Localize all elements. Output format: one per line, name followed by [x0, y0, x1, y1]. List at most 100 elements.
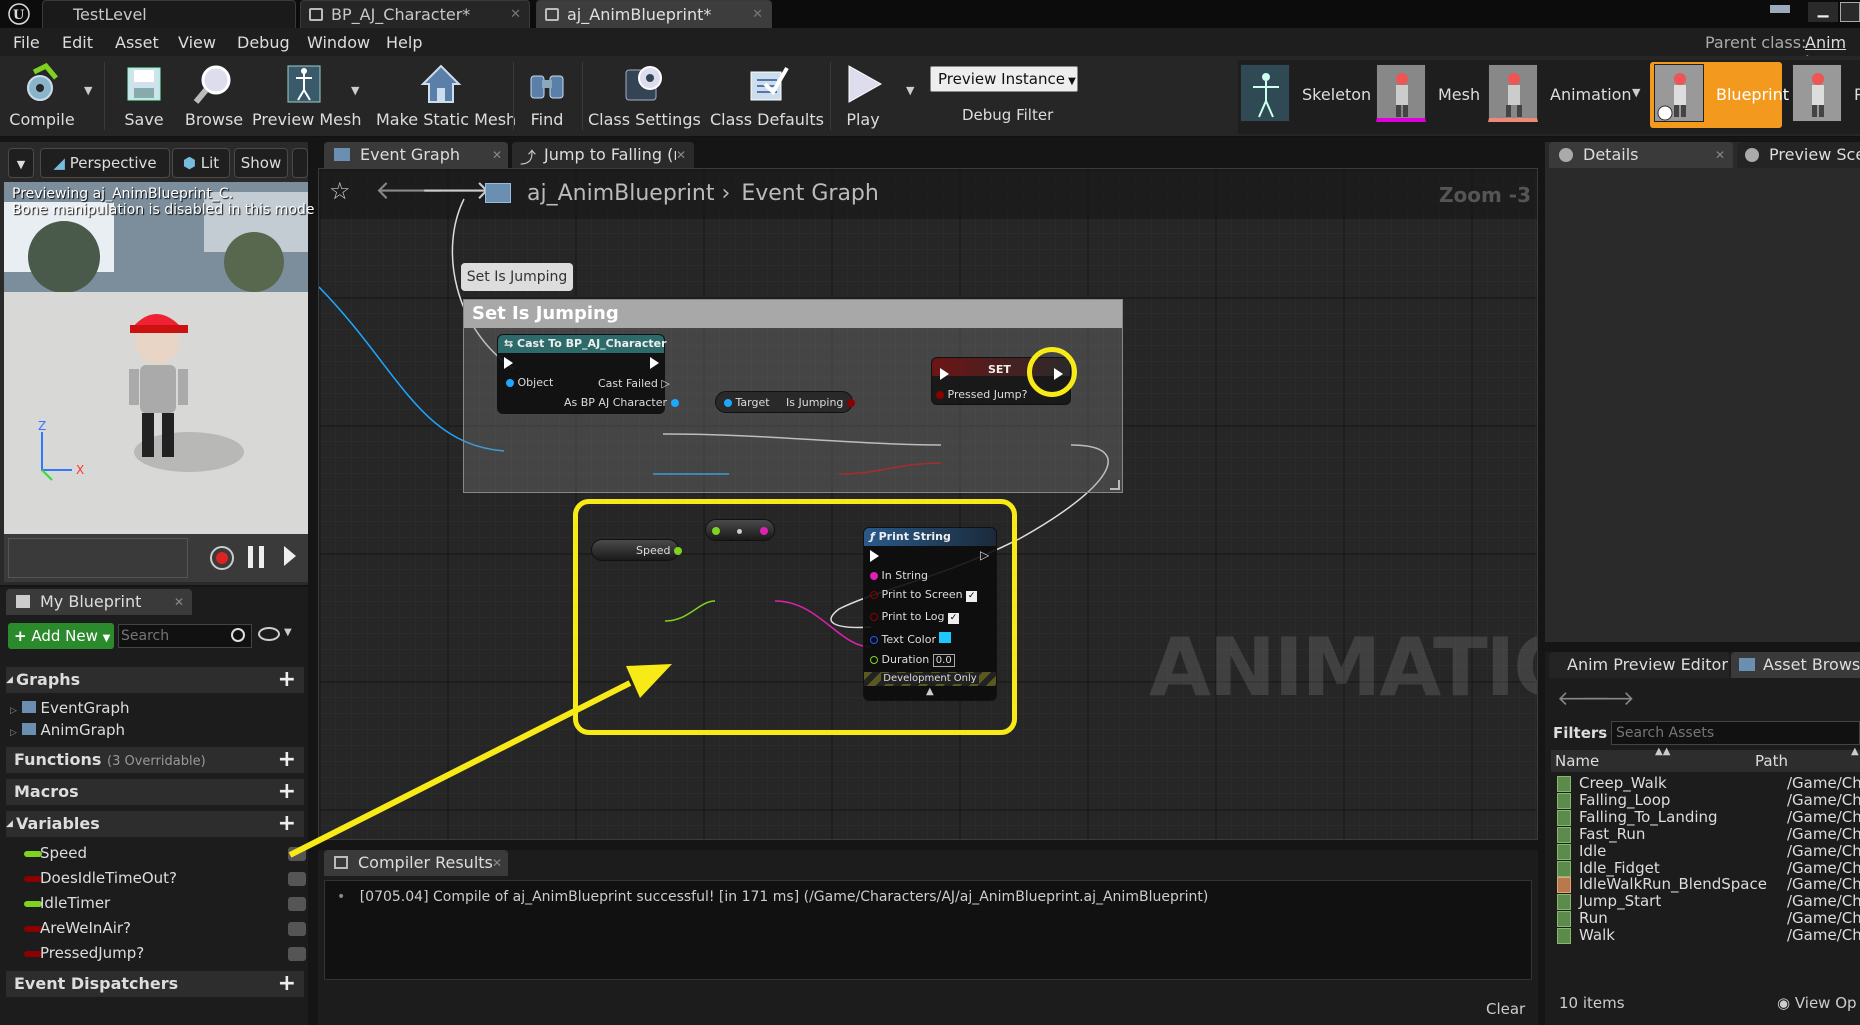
menu-debug[interactable]: Debug [237, 33, 290, 52]
variable-visibility-icon[interactable] [288, 922, 306, 936]
menu-view[interactable]: View [178, 33, 216, 52]
tab-aj-animblueprint[interactable]: aj_AnimBlueprint* ✕ [536, 0, 772, 28]
tab-event-graph[interactable]: Event Graph ✕ [324, 142, 508, 168]
close-icon[interactable]: ✕ [676, 142, 687, 168]
perspective-button[interactable]: ◢ Perspective [40, 148, 170, 178]
add-new-button[interactable]: + Add New ▼ [8, 623, 114, 649]
variable-visibility-icon[interactable] [288, 847, 306, 861]
sort-ascending-icon[interactable]: ▲ [1851, 746, 1859, 757]
tab-testlevel[interactable]: TestLevel [42, 0, 296, 28]
filters-button[interactable]: Filters ▼ [1553, 724, 1618, 742]
step-forward-button[interactable] [284, 546, 296, 566]
mode-animation[interactable]: Animation [1488, 62, 1638, 128]
cast-failed-pin[interactable]: Cast Failed ▷ [598, 377, 670, 390]
compiler-results-tab[interactable]: Compiler Results ✕ [324, 850, 508, 876]
graph-item-animgraph[interactable]: ▷ AnimGraph [10, 721, 125, 739]
clear-button[interactable]: Clear [1486, 1000, 1525, 1018]
playback-timeline[interactable] [8, 538, 188, 578]
close-icon[interactable]: ✕ [510, 1, 521, 28]
functions-section[interactable]: Functions (3 Overridable) + [6, 747, 304, 773]
close-icon[interactable]: ✕ [174, 589, 184, 615]
my-blueprint-search[interactable] [118, 624, 252, 648]
compiler-log-area[interactable]: • [0705.04] Compile of aj_AnimBlueprint … [324, 880, 1532, 980]
add-graph-plus-icon[interactable]: + [278, 667, 296, 693]
macros-section[interactable]: Macros + [6, 779, 304, 805]
preview-viewport[interactable]: ▼ ◢ Perspective ⬢ Lit Show Z X Previewin… [0, 142, 315, 585]
view-options-button[interactable]: ◉ View Op [1777, 994, 1857, 1012]
asset-search-input[interactable] [1611, 721, 1860, 745]
play-options-chevron-icon[interactable]: ▼ [906, 84, 914, 97]
visibility-chevron-icon[interactable]: ▼ [284, 627, 292, 638]
graphs-section[interactable]: ◢ Graphs + [6, 667, 304, 693]
my-blueprint-tab[interactable]: My Blueprint ✕ [6, 589, 192, 615]
variable-visibility-icon[interactable] [288, 897, 306, 911]
browse-button[interactable]: Browse [178, 56, 250, 134]
my-blueprint-search-input[interactable] [121, 627, 227, 645]
add-variable-plus-icon[interactable]: + [278, 811, 296, 837]
cast-node[interactable]: ⇆ Cast To BP_AJ_Character Object Cast Fa… [497, 334, 679, 414]
menu-help[interactable]: Help [386, 33, 422, 52]
sort-ascending-icon[interactable]: ▲▲ [1655, 746, 1670, 757]
exec-in-pin[interactable] [504, 357, 513, 369]
details-tab[interactable]: Details ✕ [1549, 142, 1733, 168]
graduation-cap-icon[interactable] [1770, 5, 1790, 21]
close-icon[interactable]: ✕ [492, 850, 502, 876]
variable-row[interactable]: PressedJump? [6, 943, 306, 965]
variable-visibility-icon[interactable] [288, 947, 306, 961]
class-settings-button[interactable]: Class Settings [588, 56, 701, 134]
preview-scene-tab[interactable]: Preview Scene [1737, 142, 1860, 168]
save-button[interactable]: Save [112, 56, 176, 134]
minimize-button[interactable]: ▁ [1808, 2, 1838, 22]
event-dispatchers-section[interactable]: Event Dispatchers + [6, 971, 304, 997]
preview-mesh-button[interactable]: Preview Mesh [252, 56, 362, 134]
compile-options-chevron-icon[interactable]: ▼ [84, 84, 92, 97]
pause-button[interactable] [248, 546, 264, 568]
anim-preview-editor-tab[interactable]: Anim Preview Editor [1549, 652, 1729, 678]
asset-row[interactable]: Walk/Game/Ch [1551, 926, 1860, 946]
variable-row[interactable]: IdleTimer [6, 893, 306, 915]
variable-visibility-icon[interactable] [288, 872, 306, 886]
variable-row[interactable]: AreWeInAir? [6, 918, 306, 940]
close-icon[interactable]: ✕ [752, 1, 763, 28]
viewport-overflow-button[interactable] [292, 148, 308, 178]
maximize-button[interactable] [1840, 2, 1860, 22]
menu-window[interactable]: Window [307, 33, 370, 52]
exec-in-pin[interactable] [940, 368, 949, 380]
target-pin[interactable]: Target [724, 396, 770, 409]
menu-edit[interactable]: Edit [62, 33, 93, 52]
compile-button[interactable]: Compile [4, 56, 80, 134]
class-defaults-button[interactable]: Class Defaults [708, 56, 826, 134]
add-macro-plus-icon[interactable]: + [278, 779, 296, 805]
play-button[interactable]: Play [836, 56, 890, 134]
as-character-pin[interactable]: As BP AJ Character [564, 396, 679, 409]
comment-title-bar[interactable]: Set Is Jumping [464, 300, 1122, 328]
show-button[interactable]: Show [234, 148, 288, 178]
graph-item-eventgraph[interactable]: ▷ EventGraph [10, 699, 129, 717]
menu-asset[interactable]: Asset [115, 33, 159, 52]
visibility-eye-icon[interactable] [258, 627, 280, 641]
is-jumping-getter[interactable]: Target Is Jumping [715, 391, 855, 413]
mode-mesh[interactable]: Mesh [1376, 62, 1480, 128]
asset-browser-tab[interactable]: Asset Browser [1731, 652, 1860, 678]
name-column-header[interactable]: Name [1555, 752, 1599, 770]
record-button[interactable] [210, 546, 234, 570]
preview-scene[interactable]: Z X Previewing aj_AnimBlueprint_C. Bone … [4, 182, 315, 582]
unreal-logo-icon[interactable]: U [8, 3, 30, 25]
add-function-plus-icon[interactable]: + [278, 747, 296, 773]
forward-arrow-icon[interactable]: 🡒 [1581, 686, 1635, 710]
mode-blueprint[interactable]: Blueprint [1650, 62, 1789, 128]
mode-skeleton[interactable]: Skeleton [1240, 62, 1371, 128]
variables-section[interactable]: ◢ Variables + [6, 811, 304, 837]
event-graph-canvas[interactable]: ☆ 🡐 🡒 aj_AnimBlueprint › Event Graph Zoo… [318, 168, 1538, 840]
path-column-header[interactable]: Path [1755, 752, 1788, 770]
compiler-message-row[interactable]: • [0705.04] Compile of aj_AnimBlueprint … [337, 889, 1208, 905]
resize-handle-icon[interactable] [1110, 480, 1120, 490]
make-static-mesh-button[interactable]: Make Static Mesh [376, 56, 516, 134]
add-dispatcher-plus-icon[interactable]: + [278, 971, 296, 997]
find-button[interactable]: Find [520, 56, 574, 134]
mode-physics[interactable]: P [1792, 62, 1860, 128]
exec-out-pin[interactable] [650, 357, 659, 369]
is-jumping-pin[interactable]: Is Jumping [786, 396, 855, 409]
animation-mode-chevron-icon[interactable]: ▼ [1632, 86, 1640, 99]
menu-file[interactable]: File [13, 33, 40, 52]
